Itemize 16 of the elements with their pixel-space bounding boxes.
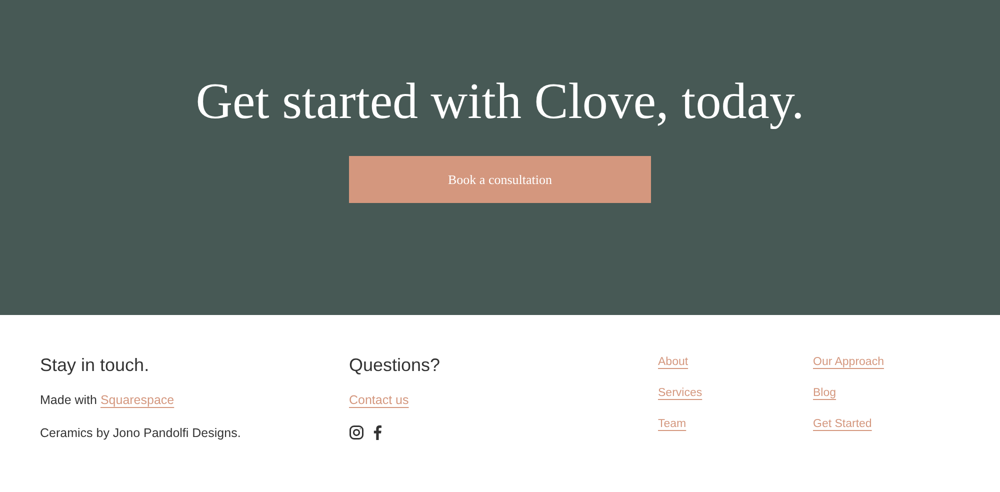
footer-nav-link[interactable]: Blog (813, 384, 836, 402)
contact-link[interactable]: Contact us (349, 393, 409, 407)
hero-title: Get started with Clove, today. (196, 73, 804, 132)
credit-text: Made with Squarespace (40, 392, 176, 408)
footer-nav-link[interactable]: About (658, 353, 688, 371)
facebook-icon[interactable] (373, 425, 382, 440)
instagram-icon[interactable] (349, 425, 364, 440)
footer-nav-link[interactable]: Team (658, 415, 686, 433)
book-consultation-button[interactable]: Book a consultation (349, 156, 651, 203)
footer-nav-link[interactable]: Services (658, 384, 702, 402)
footer-heading: Questions? (349, 354, 442, 377)
footer-nav-link[interactable]: Our Approach (813, 353, 884, 371)
credit-note: Ceramics by Jono Pandolfi Designs. (40, 425, 242, 441)
footer-nav-link[interactable]: Get Started (813, 415, 872, 433)
squarespace-link[interactable]: Squarespace (100, 393, 174, 407)
footer-heading: Stay in touch. (40, 354, 150, 377)
